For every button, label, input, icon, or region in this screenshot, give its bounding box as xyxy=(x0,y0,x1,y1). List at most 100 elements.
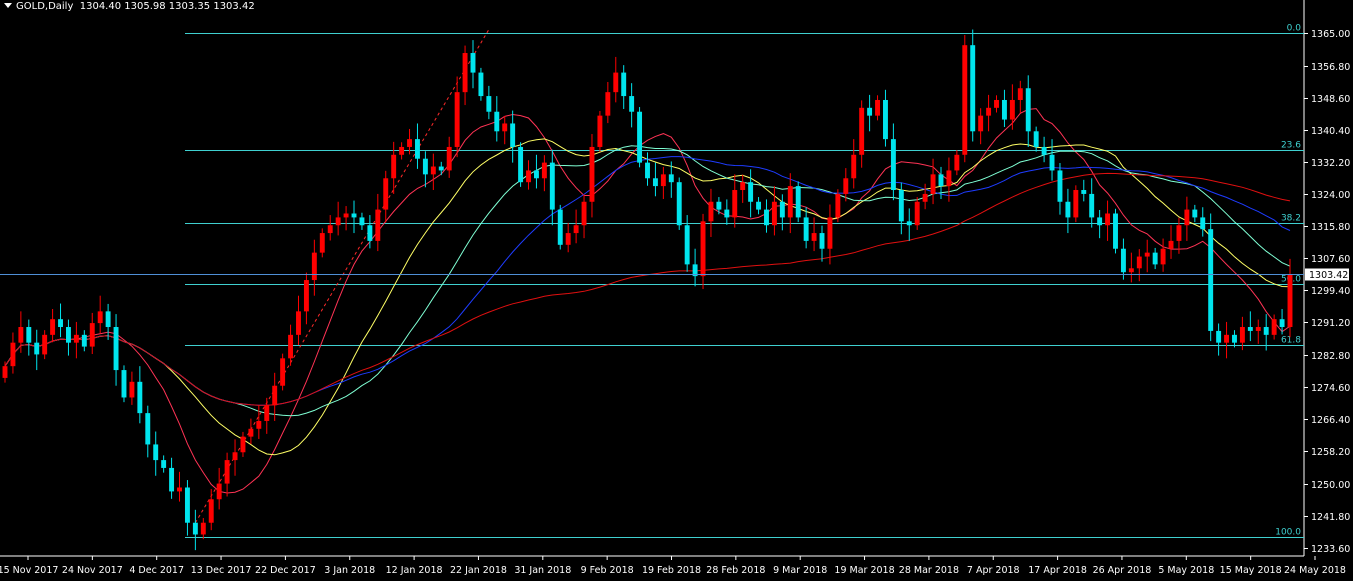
candle-body xyxy=(676,182,682,226)
candle-body xyxy=(129,381,135,398)
candle-body xyxy=(311,252,317,281)
candle xyxy=(819,225,825,262)
candle xyxy=(1216,323,1222,356)
ohlc-readout: 1304.40 1305.98 1303.35 1303.42 xyxy=(79,1,255,12)
candle xyxy=(1232,330,1237,348)
candle-body xyxy=(930,174,936,194)
candle xyxy=(629,83,635,128)
symbol-label: GOLD,Daily xyxy=(16,1,74,12)
candle-body xyxy=(1128,268,1134,273)
candle-body xyxy=(502,123,508,132)
candle xyxy=(1081,179,1087,202)
candle xyxy=(438,161,444,176)
candle xyxy=(1041,136,1047,163)
candle-body xyxy=(65,327,71,343)
candle-body xyxy=(303,280,309,312)
candle-body xyxy=(1168,240,1174,249)
fib-level-label: 100.0 xyxy=(1275,528,1301,538)
candle-body xyxy=(1033,131,1039,147)
candle-body xyxy=(248,428,254,437)
candle-body xyxy=(1001,99,1007,120)
candle-body xyxy=(462,53,468,93)
candle-body xyxy=(970,45,976,132)
candle xyxy=(192,509,198,551)
candle xyxy=(526,160,531,190)
candle xyxy=(430,153,436,191)
candle xyxy=(867,94,873,132)
candle xyxy=(851,139,857,189)
candle-body xyxy=(1263,327,1269,335)
candle-body xyxy=(843,178,849,194)
candle-body xyxy=(399,146,405,155)
candle xyxy=(875,95,880,121)
candle xyxy=(58,303,63,338)
trendline xyxy=(194,29,490,523)
candle-body xyxy=(1192,209,1198,218)
candle-body xyxy=(42,334,48,355)
candle-body xyxy=(1057,170,1063,202)
x-tick-label: 15 May 2018 xyxy=(1220,565,1282,576)
candle xyxy=(137,366,143,424)
x-tick-label: 15 Nov 2017 xyxy=(0,565,58,576)
candle xyxy=(359,212,365,230)
candle xyxy=(1073,185,1079,223)
candle xyxy=(764,199,769,233)
candle-body xyxy=(962,45,968,155)
collapse-triangle-icon[interactable] xyxy=(4,3,12,8)
price-chart[interactable]: 1365.00 1356.80 1348.60 1340.40 1332.20 1324.… xyxy=(0,0,1353,581)
candle xyxy=(510,110,516,163)
candle xyxy=(954,150,960,176)
fib-level-label: 23.6 xyxy=(1281,141,1301,151)
x-tick-label: 17 Apr 2018 xyxy=(1028,565,1087,576)
candle xyxy=(1152,247,1158,270)
candle-body xyxy=(1208,229,1214,331)
candle xyxy=(1208,213,1214,342)
candle-body xyxy=(422,158,428,175)
chart-header: GOLD,Daily 1304.40 1305.98 1303.35 1303.… xyxy=(4,1,255,12)
candle xyxy=(518,142,524,187)
candle xyxy=(930,158,936,205)
candle xyxy=(478,67,484,101)
candle-body xyxy=(533,170,539,179)
candle xyxy=(613,56,619,103)
candle xyxy=(129,371,135,405)
candle-body xyxy=(319,233,325,253)
candle xyxy=(1033,126,1039,152)
candle xyxy=(692,248,698,287)
candle xyxy=(375,193,381,252)
candle xyxy=(248,418,254,445)
candle xyxy=(1200,207,1206,237)
candle xyxy=(1001,89,1007,127)
candle xyxy=(676,177,682,230)
candle-body xyxy=(73,334,79,343)
candle-body xyxy=(1136,256,1142,269)
candle-body xyxy=(803,217,809,241)
candle-body xyxy=(10,342,16,367)
candle xyxy=(34,329,40,371)
y-tick-label: 1340.40 xyxy=(1311,126,1350,137)
candle-body xyxy=(1017,88,1023,100)
candle-body xyxy=(438,166,444,171)
candle xyxy=(978,108,984,145)
candle xyxy=(803,207,809,249)
candle-body xyxy=(454,92,460,147)
candle xyxy=(1025,75,1031,147)
candle-body xyxy=(1239,327,1245,343)
x-tick-label: 3 Jan 2018 xyxy=(324,565,375,576)
candle-body xyxy=(113,327,119,371)
candle xyxy=(898,182,904,235)
candle-body xyxy=(1041,146,1047,155)
y-tick-label: 1258.20 xyxy=(1311,447,1350,458)
candle xyxy=(581,194,587,239)
candle xyxy=(161,455,167,473)
candle xyxy=(240,431,246,457)
candle-body xyxy=(994,99,999,108)
candle-body xyxy=(867,107,873,116)
candle-body xyxy=(2,366,8,378)
candle xyxy=(771,186,777,236)
ma-100-line xyxy=(4,172,1291,406)
x-tick-label: 28 Feb 2018 xyxy=(706,565,765,576)
fib-level-label: 38.2 xyxy=(1281,214,1301,224)
candle-body xyxy=(153,444,159,461)
candle xyxy=(383,170,389,223)
